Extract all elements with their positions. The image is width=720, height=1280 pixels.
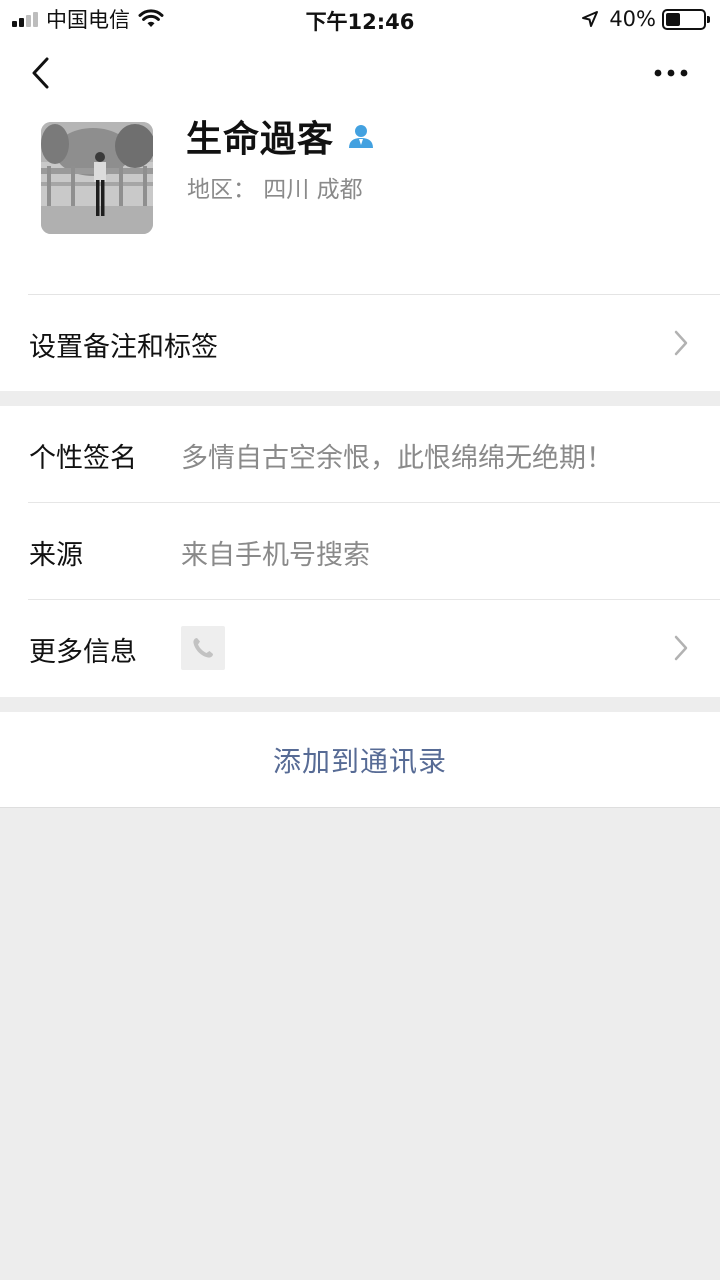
remark-row[interactable]: 设置备注和标签	[0, 295, 720, 391]
source-row: 来源 来自手机号搜索	[0, 503, 720, 599]
status-bar: 中国电信 下午12:46 40%	[0, 0, 720, 40]
phone-icon	[181, 626, 225, 670]
more-info-row[interactable]: 更多信息	[0, 600, 720, 697]
signature-row: 个性签名 多情自古空余恨，此恨绵绵无绝期！	[0, 406, 720, 502]
ellipsis-icon	[654, 69, 688, 77]
source-value: 来自手机号搜索	[181, 540, 370, 571]
more-info-label: 更多信息	[29, 637, 137, 668]
remark-label: 设置备注和标签	[29, 332, 218, 363]
chevron-left-icon	[32, 57, 49, 89]
add-to-contacts-label: 添加到通讯录	[272, 744, 447, 778]
signature-label: 个性签名	[29, 443, 137, 474]
back-button[interactable]	[22, 52, 58, 94]
profile-name: 生命過客	[186, 119, 335, 160]
battery-percent: 40%	[609, 7, 656, 31]
chevron-right-icon	[674, 330, 688, 356]
battery-icon	[662, 8, 710, 30]
avatar-photo	[41, 122, 153, 234]
source-label: 来源	[29, 540, 83, 571]
more-button[interactable]	[646, 58, 696, 88]
avatar[interactable]	[41, 122, 153, 234]
name-row: 生命過客	[186, 112, 374, 160]
location-arrow-icon	[582, 11, 599, 27]
signature-value: 多情自古空余恨，此恨绵绵无绝期！	[181, 443, 613, 474]
add-to-contacts-button[interactable]: 添加到通讯录	[0, 712, 720, 808]
person-icon	[349, 125, 374, 148]
chevron-right-icon	[674, 635, 688, 661]
region-label: 地区： 四川 成都	[187, 177, 363, 203]
